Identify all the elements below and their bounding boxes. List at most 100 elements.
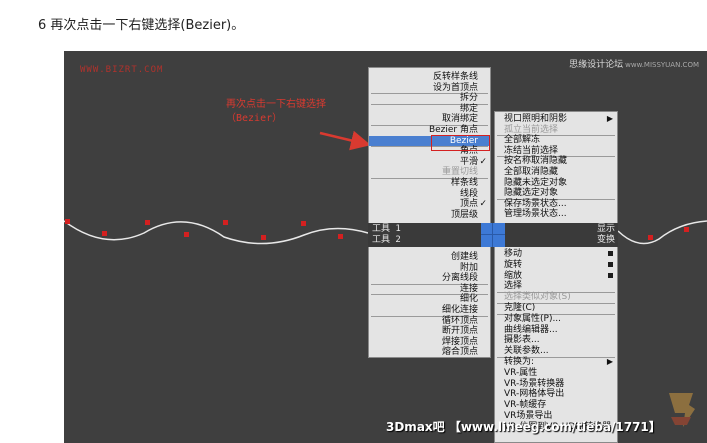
menu-item[interactable]: 平滑 ✓ [369,157,490,168]
menu-item-label: 管理场景状态... [504,209,567,220]
menu-item-label: 重置切线 [441,167,478,178]
vertex-marker[interactable] [102,231,107,236]
menu-item[interactable]: 反转样条线 [369,72,490,83]
watermark-bottom: 3Dmax吧 【www.lineeg.com/tieba/1771】 [386,420,661,434]
menu-item[interactable]: 按名称取消隐藏 [495,156,617,167]
menu-item[interactable]: 线段 [369,189,490,200]
menu-item[interactable]: 克隆(C) [495,303,617,314]
menu-item-label: 顶点 [459,199,478,210]
menu-item-label: 细化连接 [441,305,478,315]
submenu-arrow-icon: ▶ [606,114,613,123]
corner-logo-icon [669,393,695,427]
max-viewport[interactable]: WWW.BIZRT.COM 思缘设计论坛 www.MISSYUAN.COM 再次点… [64,51,707,443]
vertex-marker[interactable] [684,227,689,232]
menu-item-label: 隐藏选定对象 [504,188,559,199]
menu-item[interactable]: 重置切线 [369,167,490,178]
options-box-icon[interactable] [608,261,613,267]
menu-item-label: 摄影表... [504,335,540,346]
menu-item[interactable]: 管理场景状态... [495,209,617,220]
vertex-marker[interactable] [301,221,306,226]
menu-item[interactable]: 旋转 [495,260,617,271]
menu-item[interactable]: 冻结当前选择 [495,146,617,157]
menu-item[interactable]: 对象属性(P)... [495,314,617,325]
display-label: 显示 [596,224,615,234]
menu-item[interactable]: 孤立当前选择 [495,125,617,136]
menu-item[interactable]: 创建线 [369,252,490,263]
menu-item-label: 选择 [504,281,523,292]
menu-item[interactable]: 样条线 [369,178,490,189]
quad-center-icon[interactable] [481,223,505,247]
menu-item-label: 移动 [504,249,523,259]
menu-item-label: VR-属性 [504,367,538,378]
vertex-marker[interactable] [65,219,70,224]
menu-item[interactable]: 细化连接 [369,305,490,316]
menu-item[interactable]: 曲线编辑器... [495,325,617,336]
menu-item[interactable]: VR-帧缓存 [495,400,617,411]
quad-menu-right: 视口照明和阴影 ▶ 孤立当前选择 全部解冻 冻结当前选择 按名称取消隐藏 全部取消隐藏 隐藏未… [494,111,618,443]
menu-item[interactable]: Bezier 角点 [369,125,490,136]
vertex-marker[interactable] [648,235,653,240]
menu-item-label: 关联参数... [504,346,549,357]
menu-item[interactable]: 选择类似对象(S) [495,292,617,303]
menu-item[interactable]: 设为首顶点 [369,83,490,94]
vertex-marker[interactable] [338,234,343,239]
menu-item-label: 视口照明和阴影 [504,114,568,124]
menu-item-label: VR-场景转换器 [504,378,565,389]
menu-item[interactable]: VR-属性 [495,368,617,379]
vertex-marker[interactable] [145,220,150,225]
menu-item[interactable]: 附加 [369,263,490,274]
menu-item[interactable]: 全部取消隐藏 [495,167,617,178]
menu-item[interactable]: 顶点 ✓ [369,199,490,210]
tool1-label: 工具 1 [372,224,401,234]
checkmark-icon: ✓ [479,156,487,167]
menu-item-label: 顶层级 [450,209,478,220]
menu-item-label: 创建线 [450,252,478,262]
menu-item[interactable]: 分离线段 [369,273,490,284]
menu-item[interactable]: 隐藏选定对象 [495,188,617,199]
menu-item-label: 附加 [459,262,478,273]
menu-item-label: 转换为: [504,357,535,367]
menu-item[interactable]: 取消绑定 [369,114,490,125]
menu-item[interactable]: 摄影表... [495,335,617,346]
options-box-icon[interactable] [608,272,613,278]
options-box-icon[interactable] [608,251,613,256]
menu-item[interactable]: VR-场景转换器 [495,379,617,390]
menu-item[interactable]: 全部解冻 [495,135,617,146]
submenu-arrow-icon: ▶ [606,357,613,366]
menu-item[interactable]: 拆分 [369,93,490,104]
menu-item-label: 样条线 [450,178,478,188]
menu-item[interactable]: 视口照明和阴影 ▶ [495,114,617,125]
menu-item-label: 连接 [459,283,478,294]
menu-item-label: 对象属性(P)... [504,313,562,324]
menu-item-label: 绑定 [459,103,478,114]
menu-item[interactable]: 隐藏未选定对象 [495,178,617,189]
menu-item[interactable]: 缩放 [495,271,617,282]
menu-item-label: 旋转 [504,259,523,270]
menu-item-label: 隐藏未选定对象 [504,177,568,188]
menu-item[interactable]: 转换为: ▶ [495,357,617,368]
menu-item-label: 孤立当前选择 [504,124,559,135]
menu-item[interactable]: 选择 [495,281,617,292]
menu-item-label: 缩放 [504,270,523,281]
menu-item-label: 克隆(C) [504,303,536,313]
menu-item[interactable]: 循环顶点 [369,316,490,327]
vertex-marker[interactable] [184,232,189,237]
menu-item[interactable]: 绑定 [369,104,490,115]
menu-item-label: Bezier 角点 [428,125,478,135]
menu-item[interactable]: 熔合顶点 [369,347,490,358]
menu-item[interactable]: 焊接顶点 [369,337,490,348]
menu-item[interactable]: 顶层级 [369,210,490,221]
menu-item[interactable]: 断开顶点 [369,326,490,337]
menu-item-label: VR-帧缓存 [504,400,547,411]
checkmark-icon: ✓ [479,199,487,210]
menu-item[interactable]: VR-网格体导出 [495,389,617,400]
menu-item-label: 保存场景状态... [504,198,567,209]
menu-item[interactable]: 移动 [495,249,617,260]
vertex-marker[interactable] [223,220,228,225]
menu-item-label: 选择类似对象(S) [504,292,571,303]
menu-item[interactable]: 保存场景状态... [495,199,617,210]
menu-item[interactable]: 连接 [369,284,490,295]
menu-item[interactable]: 细化 [369,294,490,305]
vertex-marker[interactable] [261,235,266,240]
menu-item[interactable]: 关联参数... [495,346,617,357]
